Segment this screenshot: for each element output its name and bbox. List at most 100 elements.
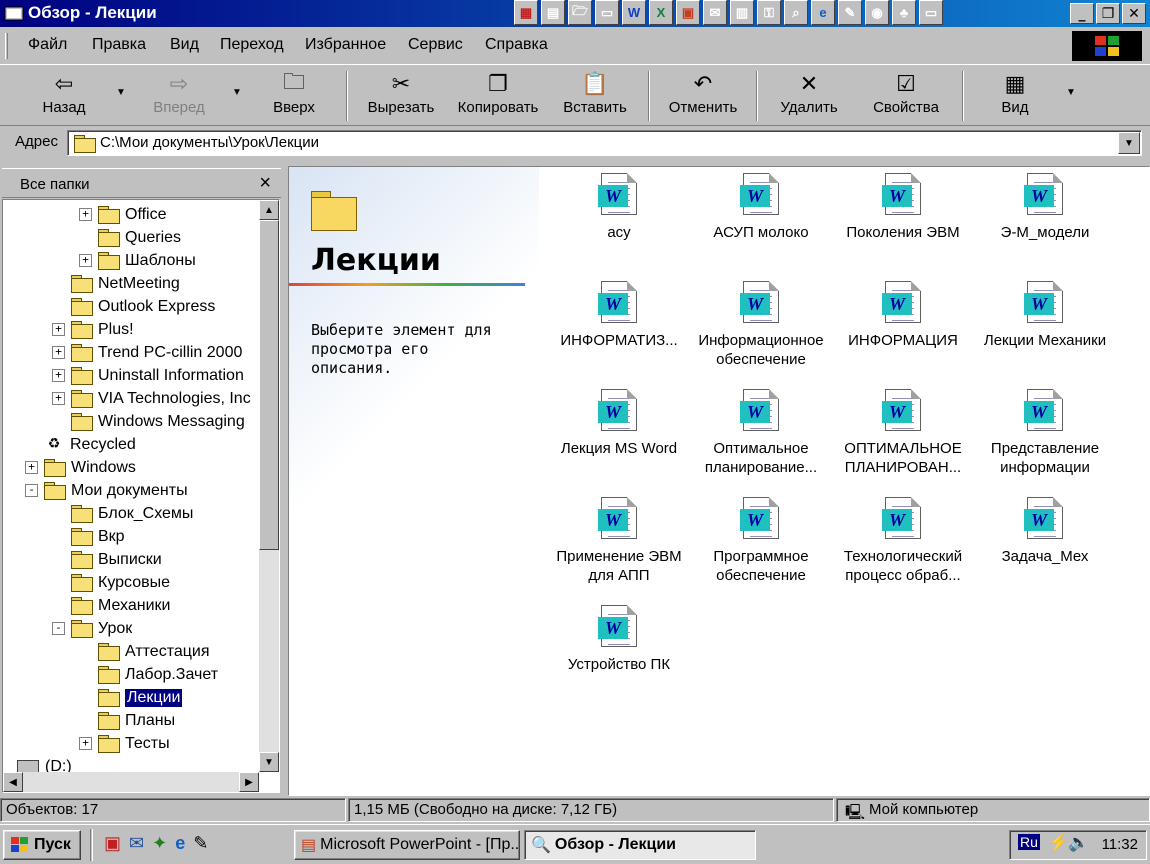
close-pane-button[interactable]: × bbox=[259, 172, 271, 195]
network-icon[interactable]: ⚡ bbox=[1048, 833, 1069, 853]
expand-icon[interactable]: + bbox=[79, 208, 92, 221]
address-dropdown-icon[interactable]: ▼ bbox=[1118, 132, 1140, 154]
tree-node[interactable]: + Windows bbox=[25, 456, 136, 479]
back-button[interactable]: ⇦ Назад bbox=[30, 69, 98, 123]
channels-icon[interactable]: ✦ bbox=[152, 833, 167, 854]
task-powerpoint[interactable]: ▤ Microsoft PowerPoint - [Пр... bbox=[294, 830, 520, 860]
tree-node[interactable]: - Урок bbox=[52, 617, 132, 640]
forward-button[interactable]: ⇨ Вперед bbox=[142, 69, 216, 123]
start-button[interactable]: Пуск bbox=[3, 830, 81, 860]
calendar-icon[interactable]: ▥ bbox=[730, 0, 754, 25]
expand-icon[interactable]: + bbox=[52, 323, 65, 336]
tree-node[interactable]: Курсовые bbox=[71, 571, 170, 594]
file-item[interactable]: W АСУП молоко bbox=[691, 173, 831, 242]
desktop-icon[interactable]: ▭ bbox=[595, 0, 619, 25]
outlook-icon[interactable]: ✉ bbox=[703, 0, 727, 25]
copy-button[interactable]: ❐ Копировать bbox=[452, 69, 544, 123]
close-button[interactable]: ✕ bbox=[1122, 3, 1146, 24]
menu-view[interactable]: Вид bbox=[170, 36, 199, 54]
volume-icon[interactable]: 🔈 bbox=[1068, 833, 1089, 853]
back-dropdown-icon[interactable]: ▼ bbox=[116, 87, 126, 98]
file-item[interactable]: W Программное обеспечение bbox=[691, 497, 831, 585]
cut-button[interactable]: ✂ Вырезать bbox=[362, 69, 440, 123]
expand-icon[interactable]: + bbox=[52, 392, 65, 405]
collapse-icon[interactable]: - bbox=[52, 622, 65, 635]
outlook-icon[interactable]: ✉ bbox=[129, 833, 144, 854]
search-icon[interactable]: ⌕ bbox=[784, 0, 808, 25]
menu-tools[interactable]: Сервис bbox=[408, 36, 463, 54]
collapse-icon[interactable]: - bbox=[25, 484, 38, 497]
expand-icon[interactable]: + bbox=[52, 369, 65, 382]
scroll-left-button[interactable]: ◀ bbox=[3, 772, 23, 792]
tree-node[interactable]: + Plus! bbox=[52, 318, 134, 341]
folder-open-icon[interactable]: 🗁 bbox=[568, 0, 592, 25]
game-icon[interactable]: ♣ bbox=[892, 0, 916, 25]
scroll-down-button[interactable]: ▼ bbox=[259, 752, 279, 772]
file-item[interactable]: W Оптимальное планирование... bbox=[691, 389, 831, 477]
file-item[interactable]: W Представление информации bbox=[975, 389, 1115, 477]
office-icon[interactable]: ▦ bbox=[514, 0, 538, 25]
tree-node[interactable]: Лекции bbox=[98, 686, 183, 709]
up-button[interactable]: 🗀 Вверх bbox=[262, 69, 326, 123]
tree-vertical-scrollbar[interactable]: ▲ ▼ bbox=[259, 200, 279, 772]
file-item[interactable]: W Э-М_модели bbox=[975, 173, 1115, 242]
view-dropdown-icon[interactable]: ▼ bbox=[1066, 87, 1076, 98]
tree-node[interactable]: Механики bbox=[71, 594, 170, 617]
expand-icon[interactable]: + bbox=[52, 346, 65, 359]
tree-node[interactable]: ♻ Recycled bbox=[44, 433, 136, 456]
tree-node[interactable]: Outlook Express bbox=[71, 295, 215, 318]
file-item[interactable]: W Устройство ПК bbox=[549, 605, 689, 674]
forward-dropdown-icon[interactable]: ▼ bbox=[232, 87, 242, 98]
task-explorer[interactable]: 🔍 Обзор - Лекции bbox=[524, 830, 756, 860]
tree-node[interactable]: Аттестация bbox=[98, 640, 210, 663]
tree-node[interactable]: + Uninstall Information bbox=[52, 364, 244, 387]
file-item[interactable]: W Поколения ЭВМ bbox=[833, 173, 973, 242]
file-item[interactable]: W Лекция MS Word bbox=[549, 389, 689, 458]
office-icon[interactable]: ▣ bbox=[104, 833, 121, 854]
menu-favorites[interactable]: Избранное bbox=[305, 36, 386, 54]
expand-icon[interactable]: + bbox=[79, 254, 92, 267]
tree-horizontal-scrollbar[interactable]: ◀ ▶ bbox=[3, 772, 259, 792]
powerpoint-icon[interactable]: ▣ bbox=[676, 0, 700, 25]
tree-node[interactable]: Выписки bbox=[71, 548, 162, 571]
file-item[interactable]: W Применение ЭВМ для АПП bbox=[549, 497, 689, 585]
desktop-icon[interactable]: ✎ bbox=[193, 833, 208, 854]
minimize-button[interactable]: _ bbox=[1070, 3, 1094, 24]
address-input[interactable]: C:\Мои документы\Урок\Лекции ▼ bbox=[67, 130, 1142, 156]
file-item[interactable]: W Задача_Мех bbox=[975, 497, 1115, 566]
paste-button[interactable]: 📋 Вставить bbox=[558, 69, 632, 123]
paint-icon[interactable]: ✎ bbox=[838, 0, 862, 25]
tree-node[interactable]: + Trend PC-cillin 2000 bbox=[52, 341, 242, 364]
menu-file[interactable]: Файл bbox=[28, 36, 67, 54]
file-item[interactable]: Wасу bbox=[549, 173, 689, 242]
tree-node[interactable]: Queries bbox=[98, 226, 181, 249]
excel-icon[interactable]: X bbox=[649, 0, 673, 25]
tree-node[interactable]: Блок_Схемы bbox=[71, 502, 193, 525]
file-item[interactable]: W ОПТИМАЛЬНОЕ ПЛАНИРОВАН... bbox=[833, 389, 973, 477]
tree-node[interactable]: + VIA Technologies, Inc bbox=[52, 387, 251, 410]
file-item[interactable]: W Информационное обеспечение bbox=[691, 281, 831, 369]
ie-icon[interactable]: e bbox=[175, 833, 185, 854]
scroll-right-button[interactable]: ▶ bbox=[239, 772, 259, 792]
menu-go[interactable]: Переход bbox=[220, 36, 284, 54]
view-button[interactable]: ▦ Вид bbox=[992, 69, 1038, 123]
expand-icon[interactable]: + bbox=[79, 737, 92, 750]
tree-node[interactable]: Лабор.Зачет bbox=[98, 663, 218, 686]
tree-node[interactable]: + Office bbox=[79, 203, 167, 226]
tree-node[interactable]: - Мои документы bbox=[25, 479, 188, 502]
tree-node[interactable]: + Тесты bbox=[79, 732, 170, 755]
ie-icon[interactable]: e bbox=[811, 0, 835, 25]
file-item[interactable]: W Лекции Механики bbox=[975, 281, 1115, 350]
clock[interactable]: 11:32 bbox=[1102, 836, 1138, 853]
scroll-thumb[interactable] bbox=[259, 220, 279, 550]
tree-node[interactable]: Вкр bbox=[71, 525, 125, 548]
title-bar[interactable]: Обзор - Лекции ▦ ▤ 🗁 ▭ W X ▣ ✉ ▥ ⚿ ⌕ e ✎ ◉ ♣ ▭ _ ❐ ✕ bbox=[0, 0, 1150, 27]
undo-button[interactable]: ↶ Отменить bbox=[664, 69, 742, 123]
file-item[interactable]: W ИНФОРМАЦИЯ bbox=[833, 281, 973, 350]
tree-node[interactable]: + Шаблоны bbox=[79, 249, 196, 272]
menu-help[interactable]: Справка bbox=[485, 36, 548, 54]
file-item[interactable]: W Технологический процесс обраб... bbox=[833, 497, 973, 585]
restore-button[interactable]: ❐ bbox=[1096, 3, 1120, 24]
key-icon[interactable]: ⚿ bbox=[757, 0, 781, 25]
scroll-up-button[interactable]: ▲ bbox=[259, 200, 279, 220]
